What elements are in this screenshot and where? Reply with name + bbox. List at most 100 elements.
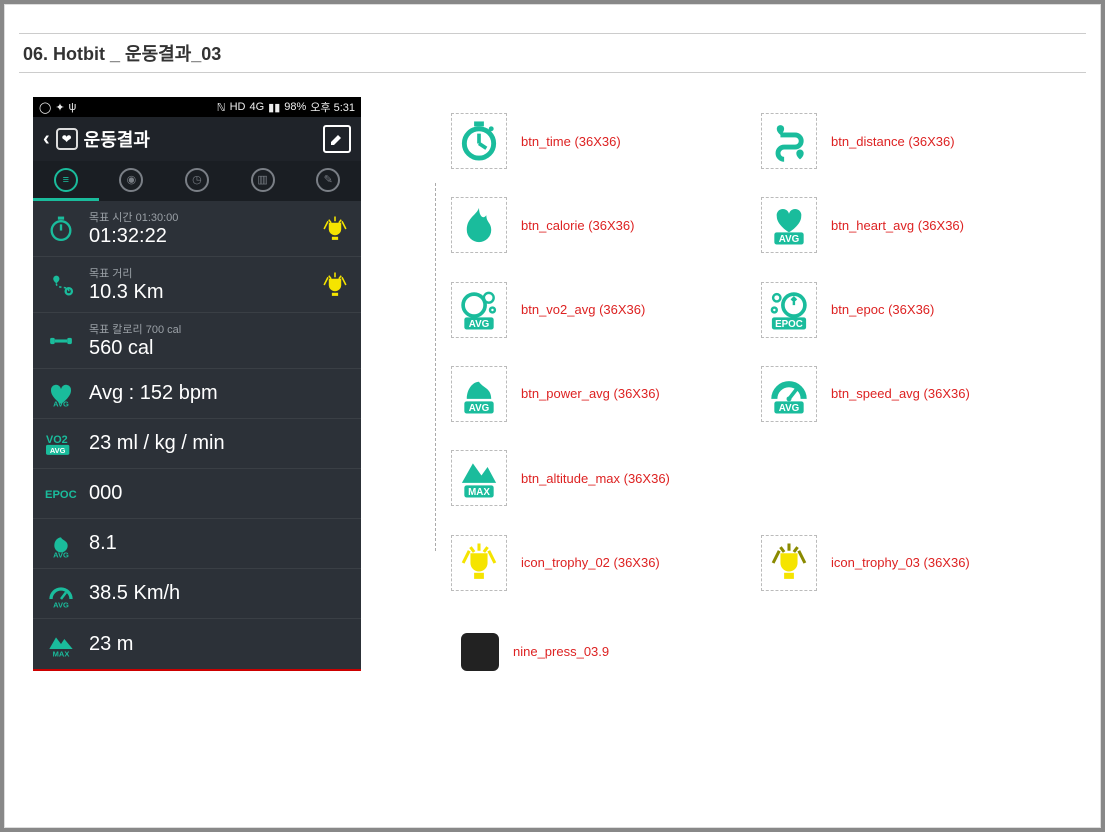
status-icon: ψ (69, 101, 77, 113)
asset-trophy-03: icon_trophy_03 (36X36) (761, 534, 1071, 590)
trophy-icon (761, 535, 817, 591)
row-calorie: 목표 칼로리 700 cal 560 cal (33, 313, 361, 369)
asset-label: btn_epoc (36X36) (831, 302, 934, 317)
asset-btn-distance: btn_distance (36X36) (761, 113, 1071, 169)
row-label: 목표 거리 (89, 265, 309, 281)
edit-button[interactable] (323, 125, 351, 153)
route-icon (45, 269, 77, 301)
pencil-icon (329, 131, 345, 147)
status-icon: ◯ (39, 101, 51, 114)
svg-text:MAX: MAX (53, 650, 70, 659)
svg-text:EPOC: EPOC (775, 319, 803, 330)
asset-label: nine_press_03.9 (513, 644, 609, 659)
row-time: 목표 시간 01:30:00 01:32:22 (33, 201, 361, 257)
svg-text:AVG: AVG (779, 235, 799, 246)
altitude-max-icon: MAX (45, 628, 77, 660)
stopwatch-icon (451, 113, 507, 169)
asset-btn-epoc: EPOC btn_epoc (36X36) (761, 282, 1071, 338)
epoc-icon: EPOC (45, 478, 77, 510)
svg-text:MAX: MAX (468, 487, 490, 498)
vo2-avg-icon: AVG (451, 282, 507, 338)
asset-btn-power-avg: AVG btn_power_avg (36X36) (451, 366, 761, 422)
asset-label: btn_time (36X36) (521, 134, 621, 149)
asset-label: btn_altitude_max (36X36) (521, 471, 670, 486)
row-value: 01:32:22 (89, 225, 309, 248)
status-bar: ◯ ✦ ψ ℕ HD 4G ▮▮ 98% 오후 5:31 (33, 97, 361, 117)
altitude-max-icon: MAX (451, 450, 507, 506)
header-title: 운동결과 (84, 126, 150, 152)
asset-label: icon_trophy_03 (36X36) (831, 555, 970, 570)
tab-list[interactable]: ≡ (33, 161, 99, 201)
asset-label: btn_vo2_avg (36X36) (521, 302, 645, 317)
svg-text:AVG: AVG (779, 403, 799, 414)
row-value: Avg : 152 bpm (89, 382, 218, 405)
heart-avg-icon: AVG (45, 378, 77, 410)
asset-btn-calorie: btn_calorie (36X36) (451, 197, 761, 253)
row-heart-avg: AVG Avg : 152 bpm (33, 369, 361, 419)
row-label: 목표 시간 01:30:00 (89, 209, 309, 225)
svg-text:EPOC: EPOC (45, 489, 77, 501)
svg-text:AVG: AVG (53, 399, 69, 408)
row-vo2: VO2AVG 23 ml / kg / min (33, 419, 361, 469)
svg-text:AVG: AVG (469, 403, 489, 414)
status-icon: ✦ (55, 101, 64, 114)
row-value: 10.3 Km (89, 281, 309, 304)
asset-btn-heart-avg: AVG btn_heart_avg (36X36) (761, 197, 1071, 253)
row-distance: 목표 거리 10.3 Km (33, 257, 361, 313)
status-time: 오후 5:31 (310, 99, 355, 115)
row-value: 560 cal (89, 337, 349, 360)
speed-avg-icon: AVG (45, 578, 77, 610)
svg-text:AVG: AVG (50, 446, 66, 455)
asset-btn-speed-avg: AVG btn_speed_avg (36X36) (761, 366, 1071, 422)
asset-grid: btn_time (36X36) btn_distance (36X36) bt… (361, 73, 1071, 671)
divider (435, 183, 436, 551)
row-value: 000 (89, 482, 122, 505)
row-value: 23 ml / kg / min (89, 432, 225, 455)
tab-map[interactable]: ◉ (99, 161, 165, 201)
svg-text:AVG: AVG (469, 319, 489, 330)
route-icon (761, 113, 817, 169)
status-hd: HD (230, 101, 246, 113)
asset-btn-time: btn_time (36X36) (451, 113, 761, 169)
tab-chart[interactable]: ▥ (230, 161, 296, 201)
flame-icon (451, 197, 507, 253)
svg-text:VO2: VO2 (46, 434, 68, 446)
tab-edit[interactable]: ✎ (295, 161, 361, 201)
heart-avg-icon: AVG (761, 197, 817, 253)
row-value: 38.5 Km/h (89, 582, 180, 605)
vo2-icon: VO2AVG (45, 428, 77, 460)
asset-label: btn_distance (36X36) (831, 134, 955, 149)
battery-icon: 98% (284, 101, 306, 113)
stopwatch-icon (45, 213, 77, 245)
row-value: 8.1 (89, 532, 117, 555)
trophy-icon (451, 535, 507, 591)
status-icon: ℕ (217, 101, 226, 114)
dumbbell-icon (45, 325, 77, 357)
speed-avg-icon: AVG (761, 366, 817, 422)
row-speed: AVG 38.5 Km/h (33, 569, 361, 619)
row-label: 목표 칼로리 700 cal (89, 321, 349, 337)
trophy-icon (321, 215, 349, 243)
epoc-icon: EPOC (761, 282, 817, 338)
asset-label: btn_power_avg (36X36) (521, 386, 660, 401)
power-avg-icon: AVG (45, 528, 77, 560)
app-header: ‹ ❤ 운동결과 (33, 117, 361, 161)
signal-icon: ▮▮ (268, 101, 280, 114)
asset-btn-altitude-max: MAX btn_altitude_max (36X36) (451, 450, 1071, 506)
page-title: 06. Hotbit _ 운동결과_03 (19, 33, 1086, 73)
asset-label: btn_speed_avg (36X36) (831, 386, 970, 401)
status-net: 4G (249, 101, 264, 113)
back-icon[interactable]: ‹ (43, 128, 50, 151)
row-altitude: MAX 23 m (33, 619, 361, 669)
asset-label: icon_trophy_02 (36X36) (521, 555, 660, 570)
asset-nine-press: nine_press_03.9 (451, 633, 1071, 671)
asset-label: btn_heart_avg (36X36) (831, 218, 964, 233)
asset-label: btn_calorie (36X36) (521, 218, 634, 233)
trophy-icon (321, 271, 349, 299)
tabs: ≡ ◉ ◷ ▥ ✎ (33, 161, 361, 201)
row-power: AVG 8.1 (33, 519, 361, 569)
nine-patch-icon (461, 633, 499, 671)
svg-text:AVG: AVG (53, 600, 69, 609)
tab-clock[interactable]: ◷ (164, 161, 230, 201)
asset-trophy-02: icon_trophy_02 (36X36) (451, 534, 761, 590)
